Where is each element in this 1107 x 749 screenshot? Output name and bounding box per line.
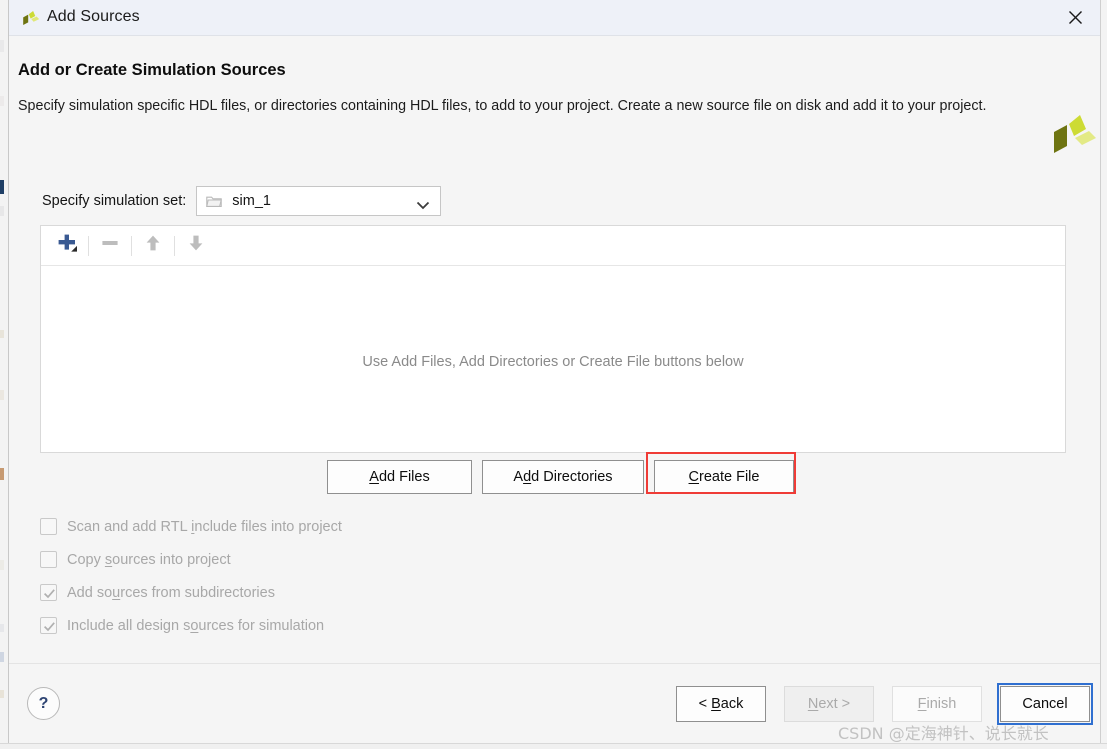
create-file-label: reate File bbox=[699, 469, 760, 485]
simulation-set-value: sim_1 bbox=[232, 193, 271, 209]
wizard-navigation-buttons: < Back Next > Finish Cancel bbox=[658, 683, 1093, 725]
simulation-set-dropdown[interactable]: sim_1 bbox=[196, 186, 442, 216]
next-button: Next > bbox=[784, 686, 874, 722]
check-icon bbox=[43, 589, 55, 599]
add-sources-subdirs-label: Add sources from subdirectories bbox=[67, 584, 275, 601]
question-mark-icon: ? bbox=[38, 694, 49, 712]
arrow-down-icon bbox=[186, 233, 206, 258]
add-directories-button[interactable]: Add Directories bbox=[482, 460, 644, 494]
background-window-artifacts bbox=[0, 0, 4, 749]
move-up-button[interactable] bbox=[134, 227, 172, 265]
create-file-mnemonic: C bbox=[688, 469, 700, 485]
back-button[interactable]: < Back bbox=[676, 686, 766, 722]
remove-button[interactable] bbox=[91, 227, 129, 265]
toolbar-divider bbox=[131, 235, 132, 256]
cancel-button[interactable]: Cancel bbox=[1000, 686, 1090, 722]
add-files-button[interactable]: Add Files bbox=[327, 460, 472, 494]
source-action-buttons: Add Files Add Directories Create File bbox=[327, 452, 796, 494]
window-frame-right bbox=[1100, 0, 1107, 749]
source-options: Scan and add RTL include files into proj… bbox=[40, 510, 540, 642]
copy-sources-row[interactable]: Copy sources into project bbox=[40, 543, 540, 576]
cancel-label: Cancel bbox=[1022, 696, 1068, 712]
chevron-down-icon bbox=[416, 197, 430, 210]
arrow-up-icon bbox=[143, 233, 163, 258]
close-icon[interactable] bbox=[1050, 0, 1100, 35]
page-title: Add or Create Simulation Sources bbox=[18, 61, 286, 79]
help-button[interactable]: ? bbox=[27, 687, 60, 720]
scan-rtl-include-checkbox[interactable] bbox=[40, 518, 57, 535]
simulation-set-row: Specify simulation set: sim_1 bbox=[42, 186, 442, 216]
move-down-button[interactable] bbox=[177, 227, 215, 265]
create-file-button-wrapper: Create File bbox=[646, 452, 796, 494]
minus-icon bbox=[99, 232, 121, 259]
back-prefix: < bbox=[698, 696, 712, 712]
include-design-sources-checkbox[interactable] bbox=[40, 617, 57, 634]
vivado-logo-icon bbox=[20, 8, 40, 28]
folder-icon bbox=[206, 195, 223, 208]
copy-sources-label: Copy sources into project bbox=[67, 551, 231, 568]
add-files-mnemonic: A bbox=[369, 469, 379, 485]
dialog-header: Add or Create Simulation Sources Specify… bbox=[9, 37, 1100, 153]
create-file-button[interactable]: Create File bbox=[654, 460, 794, 494]
next-label: ext > bbox=[818, 696, 851, 712]
empty-list-message: Use Add Files, Add Directories or Create… bbox=[362, 354, 744, 370]
cancel-button-wrapper: Cancel bbox=[997, 683, 1093, 725]
next-mnemonic: N bbox=[807, 696, 819, 712]
add-directories-label-pre: A bbox=[513, 469, 524, 485]
title-bar: Add Sources bbox=[9, 0, 1100, 36]
plus-icon bbox=[56, 232, 78, 259]
source-list-toolbar bbox=[41, 226, 1065, 266]
page-description: Specify simulation specific HDL files, o… bbox=[18, 98, 987, 114]
window-title: Add Sources bbox=[47, 8, 140, 25]
finish-mnemonic: F bbox=[917, 696, 927, 712]
vivado-logo-icon bbox=[1046, 109, 1098, 161]
toolbar-divider bbox=[174, 235, 175, 256]
add-sources-subdirs-row[interactable]: Add sources from subdirectories bbox=[40, 576, 540, 609]
add-directories-mnemonic: d bbox=[523, 469, 532, 485]
watermark-text: CSDN @定海神针、说长就长 bbox=[838, 724, 1049, 743]
scan-rtl-include-row[interactable]: Scan and add RTL include files into proj… bbox=[40, 510, 540, 543]
back-mnemonic: B bbox=[711, 696, 721, 712]
add-files-label: dd Files bbox=[378, 469, 430, 485]
add-directories-label: d Directories bbox=[531, 469, 613, 485]
footer-separator bbox=[9, 663, 1100, 664]
scan-rtl-include-label: Scan and add RTL include files into proj… bbox=[67, 518, 342, 535]
simulation-set-label: Specify simulation set: bbox=[42, 193, 187, 209]
finish-button: Finish bbox=[892, 686, 982, 722]
source-list-panel: Use Add Files, Add Directories or Create… bbox=[40, 225, 1066, 453]
back-label: ack bbox=[720, 696, 744, 712]
check-icon bbox=[43, 622, 55, 632]
include-design-sources-row[interactable]: Include all design sources for simulatio… bbox=[40, 609, 540, 642]
add-sources-subdirs-checkbox[interactable] bbox=[40, 584, 57, 601]
toolbar-divider bbox=[88, 235, 89, 256]
add-sources-dialog: Add Sources Add or Create Simulation Sou… bbox=[0, 0, 1107, 749]
add-button[interactable] bbox=[48, 227, 86, 265]
include-design-sources-label: Include all design sources for simulatio… bbox=[67, 617, 325, 634]
finish-label: inish bbox=[926, 696, 957, 712]
copy-sources-checkbox[interactable] bbox=[40, 551, 57, 568]
